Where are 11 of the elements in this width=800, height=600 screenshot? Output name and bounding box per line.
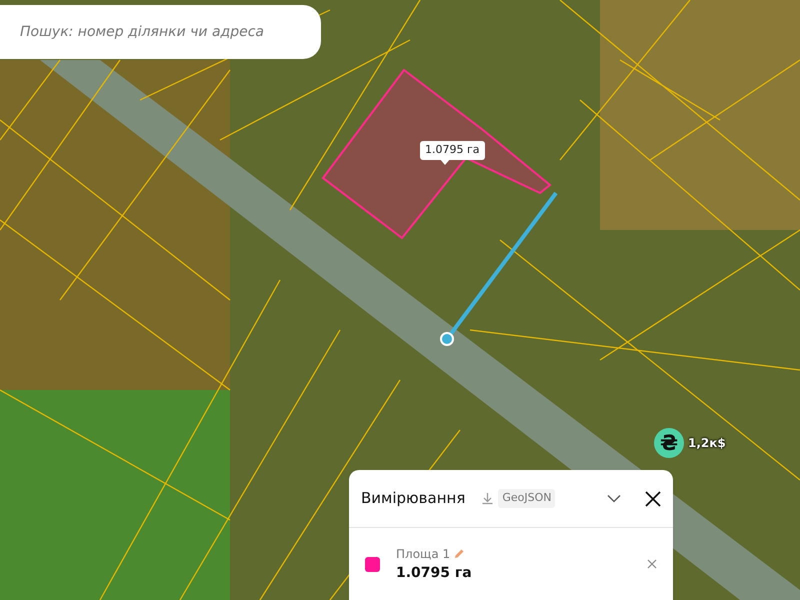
measurement-name: Площа 1: [396, 546, 450, 562]
measurement-value: 1.0795 га: [396, 564, 473, 582]
search-field[interactable]: Пошук: номер ділянки чи адреса: [0, 5, 321, 59]
download-icon: [481, 492, 494, 505]
geojson-export-button[interactable]: GeoJSON: [498, 489, 556, 508]
remove-button[interactable]: [647, 559, 657, 569]
collapse-button[interactable]: [607, 494, 621, 503]
price-label: 1,2к$: [688, 435, 726, 452]
area-tooltip: 1.0795 га: [420, 141, 485, 160]
close-button[interactable]: [645, 490, 661, 506]
panel-title: Вимірювання: [361, 488, 466, 510]
